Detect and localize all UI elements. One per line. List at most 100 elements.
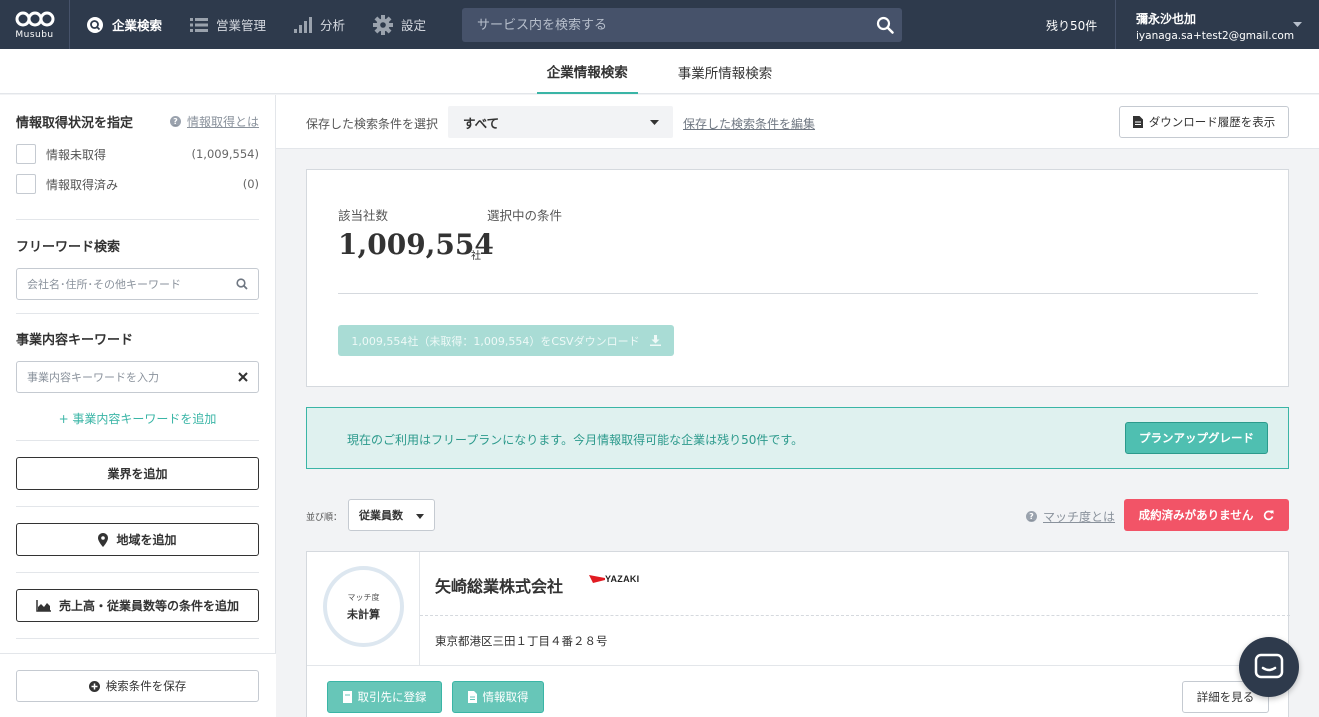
chevron-down-icon bbox=[650, 120, 659, 125]
button-label: 取引先に登録 bbox=[357, 690, 427, 704]
nav-label: 企業検索 bbox=[112, 18, 163, 33]
nav-label: 営業管理 bbox=[216, 18, 267, 33]
company-card: マッチ度 未計算 矢崎総業株式会社 YAZAKI 東京都港区三田１丁目４番２８号… bbox=[306, 551, 1290, 717]
musubu-logo[interactable]: Musubu bbox=[0, 0, 70, 49]
sidebar-footer: 検索条件を保存 bbox=[0, 653, 276, 717]
divider bbox=[16, 506, 259, 507]
divider bbox=[420, 615, 1290, 616]
add-sales-conditions-button[interactable]: 売上高・従業員数等の条件を追加 bbox=[16, 589, 259, 622]
status-option-unacquired[interactable]: 情報未取得 (1,009,554) bbox=[16, 139, 259, 169]
button-label: 地域を追加 bbox=[116, 533, 177, 547]
bar-chart-icon bbox=[294, 16, 313, 33]
button-label: 成約済みがありません bbox=[1138, 508, 1254, 522]
tab-company-search[interactable]: 企業情報検索 bbox=[536, 49, 638, 94]
divider bbox=[338, 293, 1258, 294]
help-label: マッチ度とは bbox=[1043, 510, 1116, 524]
option-count: (1,009,554) bbox=[191, 147, 259, 161]
search-icon bbox=[876, 16, 894, 34]
question-icon: ? bbox=[169, 116, 181, 127]
gear-icon bbox=[373, 14, 394, 35]
logo-text: Musubu bbox=[15, 30, 54, 40]
divider bbox=[16, 572, 259, 573]
save-search-button[interactable]: 検索条件を保存 bbox=[16, 670, 259, 702]
user-email: iyanaga.sa+test2@gmail.com bbox=[1136, 30, 1295, 42]
map-pin-icon bbox=[98, 532, 109, 547]
sort-select[interactable]: 従業員数 bbox=[348, 499, 435, 531]
business-keyword-field bbox=[16, 361, 259, 393]
add-industry-button[interactable]: 業界を追加 bbox=[16, 457, 259, 490]
freeword-input[interactable] bbox=[27, 277, 236, 291]
acquire-info-button[interactable]: 情報取得 bbox=[452, 681, 544, 713]
nav-settings[interactable]: 設定 bbox=[359, 0, 440, 49]
divider bbox=[16, 638, 259, 639]
selected-conditions-label: 選択中の条件 bbox=[487, 208, 563, 223]
download-history-button[interactable]: ダウンロード履歴を表示 bbox=[1119, 106, 1289, 138]
deal-status-button[interactable]: 成約済みがありません bbox=[1124, 499, 1289, 531]
musubu-logo-icon bbox=[15, 11, 54, 27]
region-section: 地域を追加 bbox=[16, 523, 259, 556]
bookmark-icon bbox=[342, 691, 352, 703]
freeword-field bbox=[16, 268, 259, 300]
chat-launcher-button[interactable] bbox=[1239, 637, 1299, 697]
button-label: 1,009,554社（未取得：1,009,554）をCSVダウンロード bbox=[351, 334, 640, 348]
search-type-tabs: 企業情報検索 事業所情報検索 bbox=[0, 49, 1319, 94]
industry-section: 業界を追加 bbox=[16, 457, 259, 490]
match-label: マッチ度 bbox=[347, 592, 380, 602]
tab-office-search[interactable]: 事業所情報検索 bbox=[668, 49, 783, 94]
nav-label: 設定 bbox=[401, 18, 427, 33]
yazaki-logo-icon bbox=[589, 575, 605, 583]
match-help-link[interactable]: ? マッチ度とは bbox=[1026, 508, 1115, 525]
company-address: 東京都港区三田１丁目４番２８号 bbox=[435, 634, 608, 648]
nav-company-search[interactable]: 企業検索 bbox=[72, 0, 176, 49]
divider bbox=[307, 665, 1290, 666]
search-circle-icon bbox=[87, 16, 103, 33]
user-menu[interactable]: 彌永沙也加 iyanaga.sa+test2@gmail.com bbox=[1136, 10, 1294, 42]
chevron-down-icon[interactable] bbox=[1293, 22, 1302, 27]
button-label: 業界を追加 bbox=[107, 467, 168, 481]
option-label: 情報未取得 bbox=[46, 147, 107, 162]
status-option-acquired[interactable]: 情報取得済み (0) bbox=[16, 169, 259, 199]
business-title: 事業内容キーワード bbox=[16, 333, 134, 348]
business-keyword-section: 事業内容キーワード + 事業内容キーワードを追加 bbox=[16, 329, 259, 427]
nav-label: 分析 bbox=[320, 18, 346, 33]
saved-conditions-select[interactable]: すべて bbox=[448, 106, 673, 138]
remaining-count: 残り50件 bbox=[1046, 19, 1098, 33]
chevron-down-icon bbox=[416, 514, 424, 519]
option-count: (0) bbox=[242, 177, 259, 191]
checkbox[interactable] bbox=[16, 174, 36, 194]
add-region-button[interactable]: 地域を追加 bbox=[16, 523, 259, 556]
edit-saved-conditions-link[interactable]: 保存した検索条件を編集 bbox=[683, 115, 815, 132]
plan-notice-text: 現在のご利用はフリープランになります。今月情報取得可能な企業は残り50件です。 bbox=[347, 433, 804, 447]
register-client-button[interactable]: 取引先に登録 bbox=[327, 681, 442, 713]
checkbox[interactable] bbox=[16, 144, 36, 164]
result-summary-card: 該当社数 選択中の条件 1,009,554 社 1,009,554社（未取得：1… bbox=[306, 169, 1289, 387]
chat-icon bbox=[1254, 653, 1284, 679]
list-icon bbox=[190, 17, 209, 32]
divider bbox=[16, 219, 259, 220]
status-help-link[interactable]: ? 情報取得とは bbox=[169, 113, 259, 130]
company-logo-text: YAZAKI bbox=[605, 574, 640, 584]
search-button[interactable] bbox=[868, 8, 902, 42]
plan-upgrade-button[interactable]: プランアップグレード bbox=[1125, 422, 1268, 454]
search-icon[interactable] bbox=[236, 278, 248, 290]
freeword-title: フリーワード検索 bbox=[16, 240, 121, 255]
add-business-keyword-link[interactable]: + 事業内容キーワードを追加 bbox=[16, 410, 259, 427]
area-chart-icon bbox=[36, 599, 51, 612]
nav-analysis[interactable]: 分析 bbox=[280, 0, 359, 49]
plan-notice-banner: 現在のご利用はフリープランになります。今月情報取得可能な企業は残り50件です。 … bbox=[306, 407, 1289, 469]
button-label: 検索条件を保存 bbox=[105, 679, 187, 693]
button-label: 情報取得 bbox=[482, 690, 529, 704]
document-icon bbox=[467, 691, 477, 703]
status-section: 情報取得状況を指定 ? 情報取得とは 情報未取得 (1,009,554) 情報取… bbox=[16, 112, 259, 199]
saved-conditions-bar: 保存した検索条件を選択 すべて 保存した検索条件を編集 ダウンロード履歴を表示 bbox=[276, 95, 1319, 149]
company-name[interactable]: 矢崎総業株式会社 bbox=[435, 573, 563, 597]
business-keyword-input[interactable] bbox=[27, 370, 238, 384]
nav-sales-management[interactable]: 営業管理 bbox=[176, 0, 280, 49]
csv-download-button[interactable]: 1,009,554社（未取得：1,009,554）をCSVダウンロード bbox=[338, 325, 674, 356]
global-search-input[interactable] bbox=[462, 17, 868, 33]
plus-circle-icon bbox=[88, 680, 100, 692]
divider bbox=[16, 313, 259, 314]
option-label: 情報取得済み bbox=[46, 177, 119, 192]
close-icon[interactable] bbox=[238, 372, 248, 382]
saved-conditions-label: 保存した検索条件を選択 bbox=[306, 117, 439, 131]
